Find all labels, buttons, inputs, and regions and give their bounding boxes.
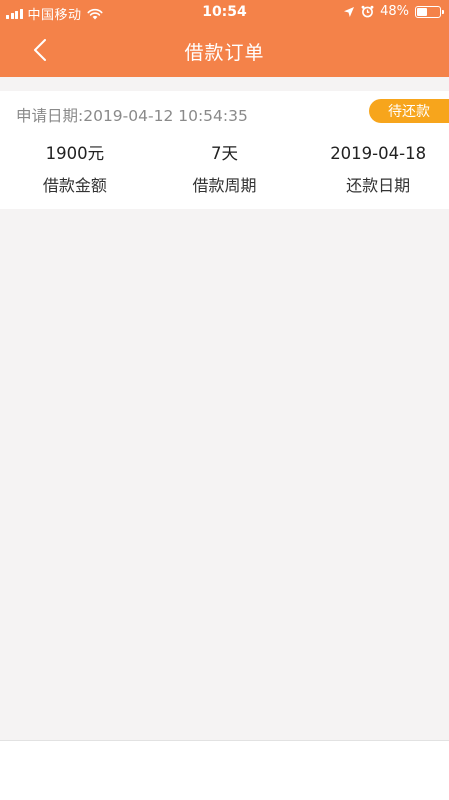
battery-icon [415, 5, 444, 18]
order-stats: 1900元 借款金额 7天 借款周期 2019-04-18 还款日期 [0, 143, 449, 197]
battery-percent: 48% [380, 4, 409, 19]
repay-date-value: 2019-04-18 [330, 144, 427, 163]
repay-date-label: 还款日期 [346, 176, 411, 195]
period-value: 7天 [210, 144, 238, 163]
status-bar: 中国移动 10:54 48% [0, 0, 449, 26]
amount-value: 1900元 [45, 144, 105, 163]
stat-amount: 1900元 借款金额 [0, 143, 150, 197]
status-right: 48% [343, 4, 444, 19]
nav-bar: 借款订单 [0, 26, 449, 77]
stat-repay-date: 2019-04-18 还款日期 [299, 143, 449, 197]
header: 中国移动 10:54 48% 借款订单 [0, 0, 449, 77]
alarm-icon [361, 5, 374, 18]
location-arrow-icon [344, 6, 355, 17]
order-card[interactable]: 申请日期:2019-04-12 10:54:35 待还款 1900元 借款金额 … [0, 91, 449, 209]
amount-label: 借款金额 [42, 176, 107, 195]
apply-date: 申请日期:2019-04-12 10:54:35 [16, 107, 248, 125]
app-screen: 中国移动 10:54 48% 借款订单 申请日期:2019-04-12 10:5… [0, 0, 449, 800]
stat-period: 7天 借款周期 [150, 143, 300, 197]
status-badge: 待还款 [369, 99, 449, 123]
period-label: 借款周期 [192, 176, 257, 195]
page-title: 借款订单 [184, 42, 265, 64]
bottom-bar [0, 740, 449, 800]
